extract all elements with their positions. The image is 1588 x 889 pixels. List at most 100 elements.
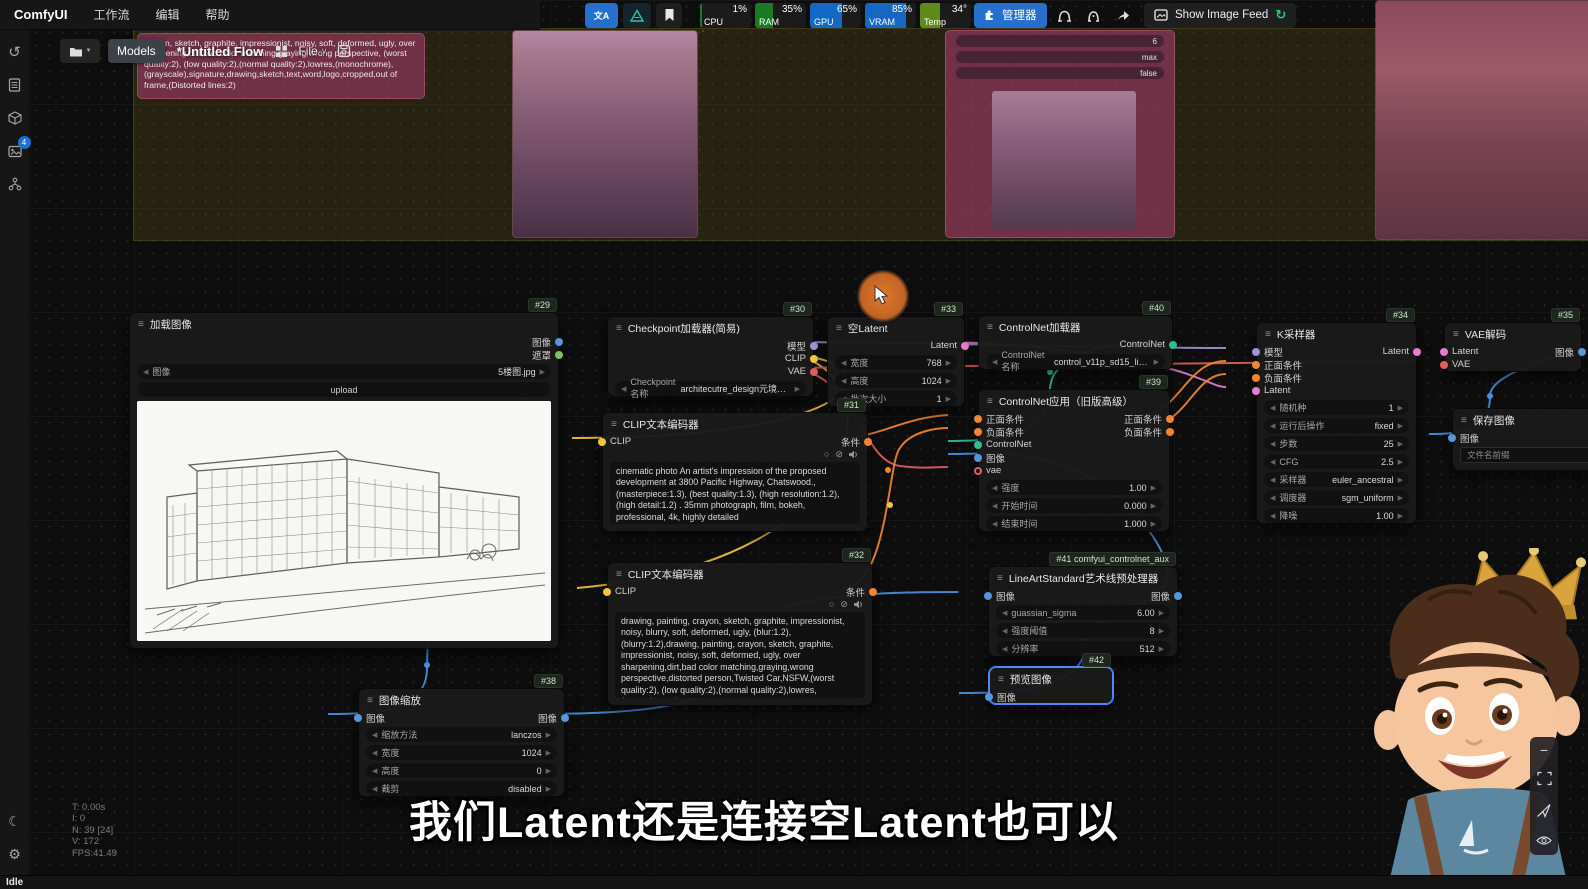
node-widget[interactable]: ◀开始时间0.000▶ xyxy=(986,498,1162,513)
node-menu-icon[interactable]: ≡ xyxy=(1453,329,1459,340)
node-load-image[interactable]: #29≡加载图像图像遮罩◀图像5楼图.jpg▶upload xyxy=(129,312,559,649)
increment-arrow-icon[interactable]: ▶ xyxy=(1398,476,1403,484)
decrement-arrow-icon[interactable]: ◀ xyxy=(372,749,377,757)
prompt-textarea[interactable]: drawing, painting, crayon, sketch, graph… xyxy=(615,612,865,698)
show-image-feed-button[interactable]: Show Image Feed ↻ xyxy=(1144,3,1296,28)
decrement-arrow-icon[interactable]: ◀ xyxy=(372,767,377,775)
port-dot[interactable] xyxy=(598,438,606,446)
decrement-arrow-icon[interactable]: ◀ xyxy=(841,377,846,385)
port-dot[interactable] xyxy=(1413,348,1421,356)
node-menu-icon[interactable]: ≡ xyxy=(997,573,1003,584)
node-widget[interactable]: ◀步数25▶ xyxy=(1264,436,1409,451)
increment-arrow-icon[interactable]: ▶ xyxy=(1398,512,1403,520)
port-dot[interactable] xyxy=(1440,361,1448,369)
port-dot[interactable] xyxy=(1578,348,1586,356)
increment-arrow-icon[interactable]: ▶ xyxy=(1398,494,1403,502)
speaker-icon[interactable] xyxy=(854,600,863,609)
decrement-arrow-icon[interactable]: ◀ xyxy=(143,368,148,376)
workflow-tab-name[interactable]: *Untitled Flow xyxy=(177,44,264,59)
port-dot[interactable] xyxy=(1169,341,1177,349)
sidebar-item-outputs[interactable]: 4 xyxy=(3,139,27,163)
models-button[interactable]: Models xyxy=(108,39,165,63)
port-dot[interactable] xyxy=(1166,428,1174,436)
zoom-out-button[interactable]: − xyxy=(1540,746,1548,754)
decrement-arrow-icon[interactable]: ◀ xyxy=(992,484,997,492)
port-dot[interactable] xyxy=(1252,374,1260,382)
port-dot[interactable] xyxy=(555,338,563,346)
increment-arrow-icon[interactable]: ▶ xyxy=(946,377,951,385)
decrement-arrow-icon[interactable]: ◀ xyxy=(1270,476,1275,484)
port-dot[interactable] xyxy=(1440,348,1448,356)
port-dot[interactable] xyxy=(961,342,969,350)
port-dot[interactable] xyxy=(1166,415,1174,423)
share-button[interactable] xyxy=(1111,3,1135,28)
port-dot[interactable] xyxy=(561,714,569,722)
node-menu-icon[interactable]: ≡ xyxy=(1265,329,1271,340)
increment-arrow-icon[interactable]: ▶ xyxy=(1154,358,1159,366)
port-dot[interactable] xyxy=(974,441,982,449)
node-widget[interactable]: ◀缩放方法lanczos▶ xyxy=(366,727,557,742)
node-menu-icon[interactable]: ≡ xyxy=(138,319,144,330)
increment-arrow-icon[interactable]: ▶ xyxy=(546,749,551,757)
decrement-arrow-icon[interactable]: ◀ xyxy=(1270,512,1275,520)
hairdryer-icon-button[interactable] xyxy=(1053,3,1077,28)
fit-view-button[interactable] xyxy=(1537,771,1552,786)
workflow-folder-button[interactable]: ▼ xyxy=(60,39,100,63)
node-widget[interactable]: ◀ControlNet名称control_v11p_sd15_lineart.p… xyxy=(986,354,1165,369)
node-menu-icon[interactable]: ≡ xyxy=(987,396,993,407)
decrement-arrow-icon[interactable]: ◀ xyxy=(621,385,626,393)
node-menu-icon[interactable]: ≡ xyxy=(1461,415,1467,426)
node-graph-canvas[interactable]: crayon, sketch, graphite, impressionist,… xyxy=(30,0,1588,875)
node-menu-icon[interactable]: ≡ xyxy=(987,322,993,333)
port-dot[interactable] xyxy=(354,714,362,722)
node-menu-icon[interactable]: ≡ xyxy=(616,323,622,334)
port-dot[interactable] xyxy=(1252,361,1260,369)
manager-button[interactable]: 管理器 xyxy=(974,3,1047,28)
port-dot[interactable] xyxy=(1252,387,1260,395)
decrement-arrow-icon[interactable]: ◀ xyxy=(1002,645,1007,653)
node-checkpoint-loader[interactable]: #30≡Checkpoint加载器(简易)模型CLIPVAE◀Checkpoin… xyxy=(607,316,814,397)
port-dot[interactable] xyxy=(810,355,818,363)
toggle-links-visibility-button[interactable] xyxy=(1536,835,1552,846)
port-dot[interactable] xyxy=(974,415,982,423)
port-dot[interactable] xyxy=(1448,434,1456,442)
radio-icon[interactable]: ○ xyxy=(829,599,834,609)
bookmark-button[interactable] xyxy=(656,3,682,28)
increment-arrow-icon[interactable]: ▶ xyxy=(1151,502,1156,510)
port-dot[interactable] xyxy=(974,467,982,475)
translate-button[interactable]: 文A xyxy=(585,3,618,28)
node-menu-icon[interactable]: ≡ xyxy=(611,419,617,430)
node-vae-decode[interactable]: #35≡VAE解码Latent图像VAE xyxy=(1444,322,1582,372)
decrement-arrow-icon[interactable]: ◀ xyxy=(372,731,377,739)
increment-arrow-icon[interactable]: ▶ xyxy=(546,767,551,775)
node-widget[interactable]: ◀调度器sgm_uniform▶ xyxy=(1264,490,1409,505)
node-menu-icon[interactable]: ≡ xyxy=(836,323,842,334)
node-widget[interactable]: ◀CFG2.5▶ xyxy=(1264,454,1409,469)
node-clip-encode-positive[interactable]: #31≡CLIP文本编码器CLIP条件○⊘cinematic photo An … xyxy=(602,412,868,532)
port-dot[interactable] xyxy=(985,693,993,701)
bypass-icon[interactable]: ⊘ xyxy=(835,449,843,460)
decrement-arrow-icon[interactable]: ◀ xyxy=(1270,494,1275,502)
increment-arrow-icon[interactable]: ▶ xyxy=(1398,422,1403,430)
increment-arrow-icon[interactable]: ▶ xyxy=(1398,458,1403,466)
grid-view-button[interactable] xyxy=(275,45,288,58)
save-button[interactable] xyxy=(337,44,351,58)
port-dot[interactable] xyxy=(1174,592,1182,600)
bypass-icon[interactable]: ⊘ xyxy=(840,599,848,610)
increment-arrow-icon[interactable]: ▶ xyxy=(1159,609,1164,617)
node-save-image[interactable]: ≡保存图像图像文件名前缀 xyxy=(1452,408,1588,471)
decrement-arrow-icon[interactable]: ◀ xyxy=(1270,440,1275,448)
node-empty-latent[interactable]: #33≡空LatentLatent◀宽度768▶◀高度1024▶◀批次大小1▶ xyxy=(827,316,965,407)
increment-arrow-icon[interactable]: ▶ xyxy=(1398,440,1403,448)
node-widget[interactable]: ◀高度0▶ xyxy=(366,763,557,778)
sidebar-item-queue[interactable]: ↺ xyxy=(3,40,27,64)
decrement-arrow-icon[interactable]: ◀ xyxy=(1002,627,1007,635)
node-menu-icon[interactable]: ≡ xyxy=(367,695,373,706)
decrement-arrow-icon[interactable]: ◀ xyxy=(841,359,846,367)
menu-edit[interactable]: 编辑 xyxy=(155,6,179,23)
port-dot[interactable] xyxy=(1252,348,1260,356)
menu-workflow[interactable]: 工作流 xyxy=(93,6,129,23)
refresh-icon[interactable]: ↻ xyxy=(1275,7,1286,23)
port-dot[interactable] xyxy=(984,592,992,600)
node-menu-icon[interactable]: ≡ xyxy=(616,569,622,580)
